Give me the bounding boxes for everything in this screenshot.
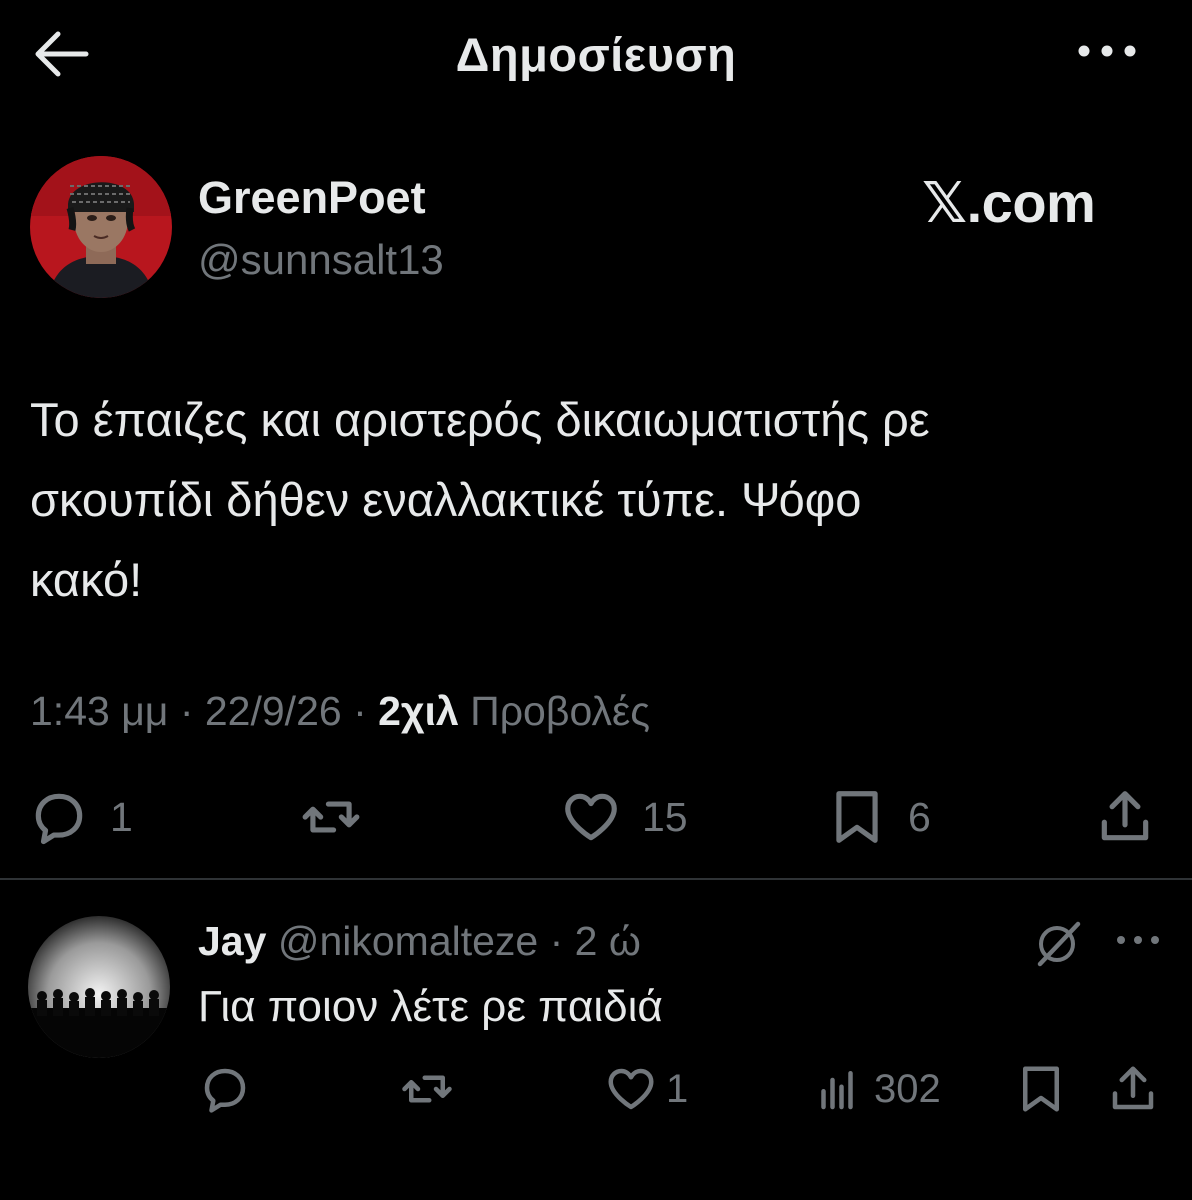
- grok-icon: [1037, 921, 1081, 967]
- share-icon: [1101, 791, 1149, 841]
- repost-button[interactable]: [300, 786, 382, 848]
- x-com-watermark: 𝕏.com: [922, 171, 1096, 234]
- like-button[interactable]: 15: [560, 786, 688, 848]
- repost-icon: [302, 801, 360, 833]
- reply-avatar[interactable]: [28, 916, 170, 1058]
- post-metadata: 1:43 μμ · 22/9/26 · 2χιλ Προβολές: [30, 688, 651, 734]
- post-date[interactable]: 22/9/26: [205, 688, 342, 734]
- heart-icon: [608, 1068, 654, 1110]
- bookmark-icon: [1023, 1066, 1059, 1112]
- reply-repost-button[interactable]: [400, 1062, 468, 1116]
- reply-author-handle[interactable]: @nikomalteze: [278, 918, 538, 964]
- reply-views-count: 302: [874, 1066, 941, 1111]
- post-time[interactable]: 1:43 μμ: [30, 688, 168, 734]
- share-icon: [1112, 1066, 1154, 1110]
- more-horizontal-icon: [1117, 936, 1159, 944]
- divider: [0, 878, 1192, 880]
- avatar-image: [30, 156, 172, 298]
- author-handle[interactable]: @sunnsalt13: [198, 236, 444, 284]
- reply-author-name[interactable]: Jay: [198, 918, 266, 964]
- reply-count: 1: [110, 793, 133, 840]
- grok-button[interactable]: [1030, 916, 1086, 970]
- author-avatar[interactable]: [30, 156, 172, 298]
- reply-like-count: 1: [666, 1066, 689, 1111]
- reply-icon: [204, 1068, 246, 1113]
- reply-like-button[interactable]: 1: [604, 1062, 688, 1116]
- post-text-line: Το έπαιζες και αριστερός δικαιωματιστής …: [30, 393, 930, 446]
- bookmark-button[interactable]: 6: [826, 786, 931, 848]
- heart-icon: [565, 793, 617, 841]
- avatar-image: [28, 916, 170, 1058]
- reply-text: Για ποιον λέτε ρε παιδιά: [198, 982, 663, 1031]
- reply-time[interactable]: 2 ώ: [575, 918, 641, 964]
- reply-icon: [35, 793, 83, 845]
- views-icon: [821, 1071, 853, 1110]
- more-options-button[interactable]: [1074, 36, 1140, 66]
- share-button[interactable]: [1094, 786, 1156, 848]
- post-text-line: κακό!: [30, 553, 143, 606]
- reply-more-button[interactable]: [1114, 928, 1162, 952]
- views-label: Προβολές: [470, 688, 651, 734]
- reply-bookmark-button[interactable]: [1014, 1062, 1068, 1116]
- repost-icon: [402, 1075, 452, 1103]
- reply-button[interactable]: 1: [28, 786, 133, 848]
- bookmark-icon: [836, 791, 878, 843]
- bookmark-count: 6: [908, 793, 931, 840]
- page-title: Δημοσίευση: [455, 28, 737, 81]
- more-horizontal-icon: [1078, 45, 1136, 57]
- author-name[interactable]: GreenPoet: [198, 172, 426, 224]
- post-text: Το έπαιζες και αριστερός δικαιωματιστής …: [30, 380, 1160, 620]
- reply-share-button[interactable]: [1106, 1062, 1160, 1116]
- reply-reply-button[interactable]: [198, 1062, 266, 1116]
- reply-views-button[interactable]: 302: [810, 1062, 941, 1116]
- like-count: 15: [642, 793, 688, 840]
- reply-header: Jay @nikomalteze · 2 ώ: [198, 918, 641, 964]
- post-text-line: σκουπίδι δήθεν εναλλακτικέ τύπε. Ψόφο: [30, 473, 862, 526]
- views-count: 2χιλ: [378, 688, 459, 734]
